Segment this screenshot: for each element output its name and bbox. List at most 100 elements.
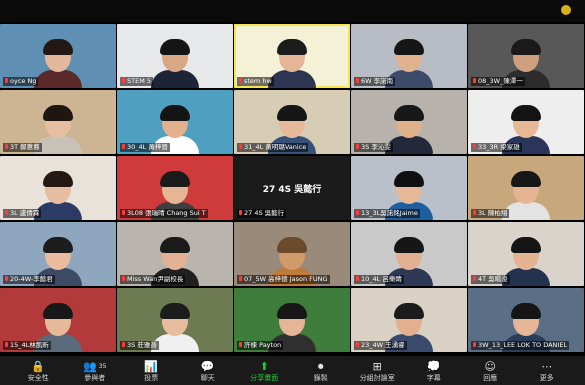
video-tile[interactable]: 6W 李諾南 [351,24,467,88]
toolbar-icon: 🔒 [31,360,46,373]
video-tile[interactable]: 23_4W 王湧睿 [351,288,467,352]
mic-muted-icon [122,342,125,347]
participant-name-label: 3S 李沁雯 [354,143,393,152]
participant-name-label: oyce Ng [3,77,39,86]
mic-muted-icon [239,78,242,83]
toolbar-label: 參與者 [84,374,106,382]
mic-muted-icon [5,342,8,347]
video-tile[interactable]: 07_5W 高梓德 Jason FUNG [234,222,350,286]
participant-name-label: 20-4W-李懿君 [3,275,55,284]
participant-name-label: 10_4L 呂樂睛 [354,275,404,284]
toolbar-label: 錄製 [313,374,328,382]
toolbar-label: 字幕 [426,374,441,382]
participant-name-text: 10_4L 呂樂睛 [361,275,402,283]
participant-name-label: 3S 莊雅喬 [120,341,159,350]
participant-name-label: stem hw [237,77,274,86]
video-tile[interactable]: 33_3R 梁家雄 [468,90,584,154]
participant-name-label: 08_3W_陳澤一 [471,77,525,86]
mic-muted-icon [356,144,359,149]
video-tile[interactable]: 10_4L 呂樂睛 [351,222,467,286]
toolbar-label: 分組討論室 [359,374,395,382]
participant-name-label: Miss Wan尹副校長 [120,275,186,284]
toolbar-icon: 👥 35 [83,360,107,373]
participant-name-text: 31_4L 黃明璐Vanice [244,143,307,151]
video-tile[interactable]: Miss Wan尹副校長 [117,222,233,286]
mic-muted-icon [239,144,242,149]
toolbar-icon: ⊞ [372,360,382,373]
mic-muted-icon [356,276,359,281]
mic-muted-icon [122,276,125,281]
video-tile[interactable]: 3L08 張瑞晴 Chang Sui T [117,156,233,220]
meeting-toolbar: 🔒 安全性 👥 35 參與者 📊 投票 💬 聊天 ⬆ 分享畫面 ⏺ 錄製 ⊞ 分組討論室 💭 字幕 ☺ 回應 ⋯ 更多 [0,356,585,385]
video-tile[interactable]: 30_4L 黃梓晉 [117,90,233,154]
participant-name-text: 3W_13_LEE LOK TO DANIEL [478,341,568,349]
participant-name-label: 07_5W 高梓德 Jason FUNG [237,275,330,284]
video-tile[interactable]: 15_4L林凱昕 [0,288,116,352]
mic-muted-icon [356,342,359,347]
mic-muted-icon [122,144,125,149]
toolbar-button[interactable]: ☺ 回應 [468,356,512,383]
participant-name-text: 3S 莊雅喬 [127,341,157,349]
toolbar-icon: ⬆ [259,360,269,373]
video-tile[interactable]: STEM 5 [117,24,233,88]
video-tile[interactable]: 4T 吳暘浚 [468,222,584,286]
toolbar-label: 更多 [539,374,554,382]
mic-muted-icon [5,276,8,281]
toolbar-label: 分享畫面 [250,374,279,382]
participant-name-text: 3L 陳柏翔 [478,209,508,217]
participant-name-text: 4T 吳暘浚 [478,275,508,283]
participant-name-label: 23_4W 王湧睿 [354,341,407,350]
mic-muted-icon [239,276,242,281]
toolbar-button[interactable]: 🔒 安全性 [16,356,60,383]
video-tile[interactable]: 20-4W-李懿君 [0,222,116,286]
participant-name-text: 3L 盧倩霖 [10,209,40,217]
participant-name-text: 07_5W 高梓德 Jason FUNG [244,275,328,283]
video-tile[interactable]: 08_3W_陳澤一 [468,24,584,88]
mic-muted-icon [473,144,476,149]
toolbar-button[interactable]: 💬 聊天 [186,356,230,383]
video-tile[interactable]: 3L 陳柏翔 [468,156,584,220]
toolbar-button[interactable]: ⏺ 錄製 [299,356,343,383]
participant-name-label: 3W_13_LEE LOK TO DANIEL [471,341,570,350]
video-tile[interactable]: 許楝 Payton [234,288,350,352]
toolbar-icon: ☺ [484,360,496,373]
video-tile[interactable]: 3S 李沁雯 [351,90,467,154]
toolbar-button[interactable]: ⋯ 更多 [525,356,569,383]
toolbar-label: 安全性 [27,374,49,382]
participant-name-label: STEM 5 [120,77,154,86]
participant-name-text: oyce Ng [10,77,37,85]
participant-name-text: 6W 李諾南 [361,77,394,85]
toolbar-icon: ⋯ [541,360,553,373]
participant-name-text: 27 4S 吳懿行 [244,209,285,217]
mic-muted-icon [356,210,359,215]
participant-video [268,39,316,88]
toolbar-label: 回應 [483,374,498,382]
video-tile[interactable]: 3W_13_LEE LOK TO DANIEL [468,288,584,352]
participant-name-label: 30_4L 黃梓晉 [120,143,170,152]
toolbar-icon: 💭 [426,360,441,373]
mic-muted-icon [239,210,242,215]
participant-video [34,39,82,88]
toolbar-button[interactable]: 👥 35 參與者 [73,356,117,383]
video-tile[interactable]: 3T 鄭蕙蕎 [0,90,116,154]
toolbar-button[interactable]: 💭 字幕 [412,356,456,383]
video-tile[interactable]: 27 4S 吳懿行 27 4S 吳懿行 [234,156,350,220]
toolbar-button[interactable]: ⊞ 分組討論室 [355,356,399,383]
video-tile[interactable]: stem hw [234,24,350,88]
participant-name-label: 27 4S 吳懿行 [237,209,287,218]
video-gallery: oyce Ng STEM 5 stem hw 6W 李諾南 08_3W_陳澤一 3T 鄭蕙… [0,24,585,354]
video-tile[interactable]: 3L 盧倩霖 [0,156,116,220]
window-control-icon[interactable] [561,5,571,15]
video-tile[interactable]: 3S 莊雅喬 [117,288,233,352]
mic-muted-icon [5,144,8,149]
toolbar-button[interactable]: 📊 投票 [129,356,173,383]
participant-name-text: 20-4W-李懿君 [10,275,53,283]
video-tile[interactable]: oyce Ng [0,24,116,88]
video-tile[interactable]: 13_3L吳諾銘Jaime [351,156,467,220]
video-tile[interactable]: 31_4L 黃明璐Vanice [234,90,350,154]
toolbar-icon: 💬 [200,360,215,373]
toolbar-icon: 📊 [144,360,159,373]
mic-muted-icon [5,210,8,215]
toolbar-icon: ⏺ [318,360,324,373]
toolbar-button[interactable]: ⬆ 分享畫面 [242,356,286,383]
